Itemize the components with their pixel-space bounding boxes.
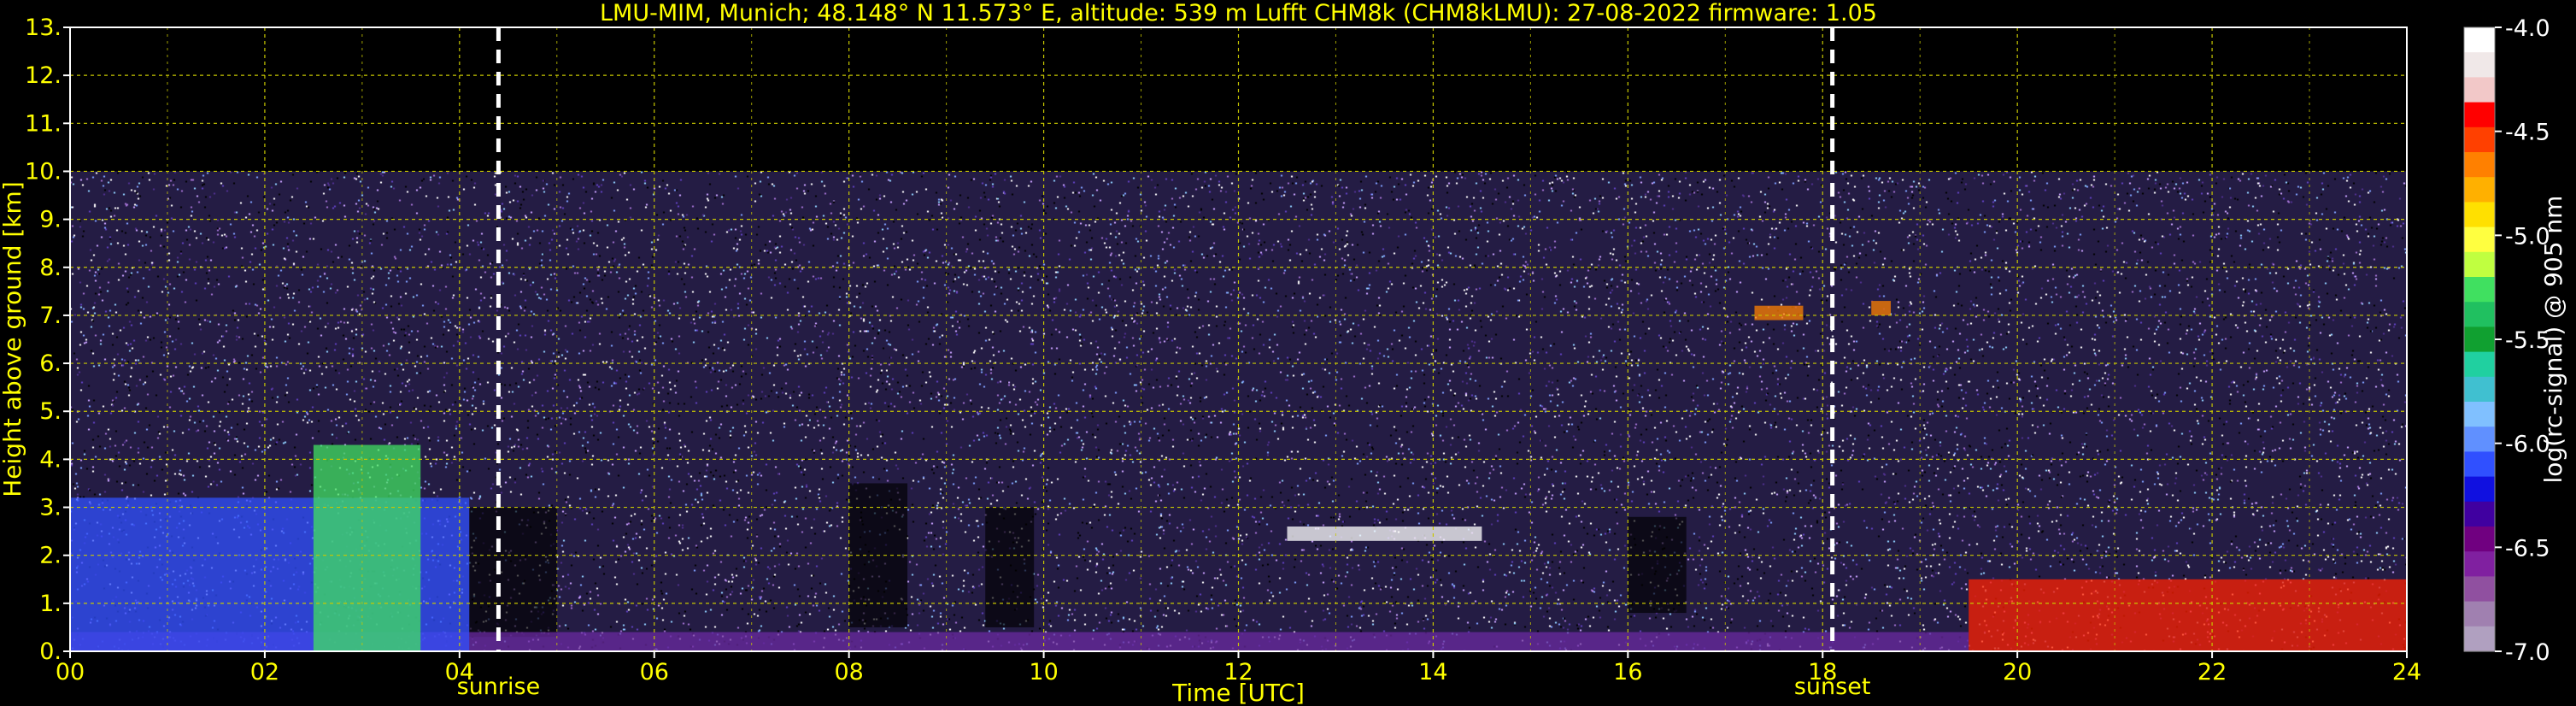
colorbar-tick-label: -6.5 bbox=[2505, 535, 2550, 562]
x-tick-label: 16 bbox=[1613, 659, 1642, 685]
colorbar-segment bbox=[2464, 77, 2495, 103]
chart-title: LMU-MIM, Munich; 48.148° N 11.573° E, al… bbox=[600, 0, 1877, 26]
colorbar-segment bbox=[2464, 427, 2495, 452]
y-tick-label: 0. bbox=[39, 638, 62, 665]
y-tick-label: 9. bbox=[39, 207, 62, 233]
y-tick-label: 2. bbox=[39, 543, 62, 569]
colorbar-segment bbox=[2464, 227, 2495, 253]
colorbar-segment bbox=[2464, 302, 2495, 327]
y-axis-label: Height above ground [km] bbox=[0, 181, 26, 497]
x-tick-label: 08 bbox=[834, 659, 863, 685]
x-tick-label: 06 bbox=[640, 659, 669, 685]
colorbar-segment bbox=[2464, 626, 2495, 652]
colorbar-segment bbox=[2464, 576, 2495, 603]
ceilometer-chart: sunrise sunset 00 02 04 06 08 10 12 14 16 18 20 22 24 0… bbox=[0, 0, 2576, 706]
low-signal-gap bbox=[1628, 516, 1687, 614]
feature-thin-high-cloud bbox=[1871, 301, 1892, 315]
colorbar-segment bbox=[2464, 126, 2495, 153]
y-tick-label: 6. bbox=[39, 350, 62, 377]
y-tick-label: 5. bbox=[39, 398, 62, 425]
colorbar-segment bbox=[2464, 277, 2495, 303]
x-tick-label: 24 bbox=[2392, 659, 2421, 685]
colorbar-segment bbox=[2464, 601, 2495, 627]
chart-svg: sunrise sunset00 02 04 06 08 10 12 14 16 18 20 22 240… bbox=[0, 0, 2567, 706]
low-signal-gap bbox=[985, 507, 1035, 627]
y-tick-label: 13. bbox=[25, 15, 62, 41]
feature-aerosol-cloud-plume bbox=[313, 444, 421, 651]
colorbar-segment bbox=[2464, 177, 2495, 203]
y-tick-label: 11. bbox=[25, 110, 62, 137]
colorbar-segment bbox=[2464, 351, 2495, 378]
colorbar-segment bbox=[2464, 376, 2495, 403]
colorbar-tick-label: -7.0 bbox=[2505, 639, 2550, 666]
x-tick-label: 02 bbox=[250, 659, 279, 685]
colorbar-tick-label: -4.0 bbox=[2505, 15, 2550, 42]
colorbar-segment bbox=[2464, 527, 2495, 552]
y-tick-label: 12. bbox=[25, 62, 62, 89]
y-tick-label: 10. bbox=[25, 158, 62, 185]
y-tick-label: 3. bbox=[39, 495, 62, 521]
x-axis-label: Time [UTC] bbox=[1171, 679, 1305, 706]
x-tick-label: 04 bbox=[445, 659, 474, 685]
colorbar-segment bbox=[2464, 251, 2495, 278]
x-tick-label: 10 bbox=[1029, 659, 1058, 685]
colorbar-segment bbox=[2464, 202, 2495, 228]
feature-cloud-layer bbox=[1287, 527, 1482, 541]
colorbar-segment bbox=[2464, 152, 2495, 178]
x-tick-label: 18 bbox=[1808, 659, 1837, 685]
colorbar-segment bbox=[2464, 551, 2495, 577]
colorbar-segment bbox=[2464, 102, 2495, 128]
colorbar-segment bbox=[2464, 451, 2495, 478]
colorbar-segment bbox=[2464, 402, 2495, 427]
colorbar-segment bbox=[2464, 501, 2495, 527]
colorbar-tick-label: -4.5 bbox=[2505, 120, 2550, 146]
colorbar-segment bbox=[2464, 52, 2495, 78]
y-tick-label: 1. bbox=[39, 591, 62, 617]
y-tick-label: 8. bbox=[39, 255, 62, 281]
x-tick-label: 20 bbox=[2003, 659, 2032, 685]
y-tick-label: 7. bbox=[39, 303, 62, 329]
colorbar-label: log(rc-signal) @ 905 nm bbox=[2539, 196, 2567, 484]
x-tick-label: 14 bbox=[1418, 659, 1447, 685]
x-tick-label: 22 bbox=[2198, 659, 2227, 685]
y-tick-label: 4. bbox=[39, 446, 62, 473]
feature-thin-high-cloud bbox=[1754, 305, 1804, 321]
low-signal-gap bbox=[469, 507, 557, 638]
colorbar-segment bbox=[2464, 476, 2495, 503]
colorbar-segment bbox=[2464, 27, 2495, 53]
colorbar-segment bbox=[2464, 327, 2495, 353]
feature-nocturnal-boundary-layer bbox=[1969, 579, 2407, 651]
